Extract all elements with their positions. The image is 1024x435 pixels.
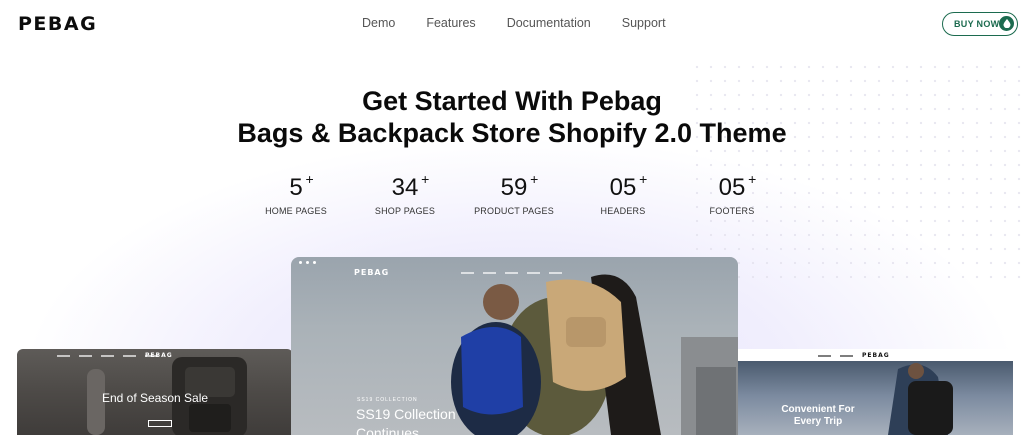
preview-nav (818, 355, 853, 357)
preview-logo: PEBAG (354, 268, 390, 277)
stat-value: 59 (500, 174, 528, 201)
preview-nav (57, 355, 158, 357)
stat-product-pages: 59 + PRODUCT PAGES (459, 172, 569, 216)
plus-sign: + (530, 171, 539, 187)
nav-link-features[interactable]: Features (426, 16, 475, 30)
buy-now-label: BUY NOW (954, 19, 1000, 29)
stat-value: 05 (609, 174, 637, 201)
demo-preview-left[interactable]: PEBAG End of Season Sale (17, 349, 293, 435)
plus-sign: + (305, 171, 314, 187)
preview-headline-line-2: Every Trip (793, 416, 843, 427)
nav-link-demo[interactable]: Demo (362, 16, 395, 30)
main-nav: Demo Features Documentation Support (362, 16, 697, 30)
stat-value: 5 (289, 174, 303, 201)
hero-title-line-2: Bags & Backpack Store Shopify 2.0 Theme (237, 118, 787, 148)
stat-label: FOOTERS (709, 206, 755, 216)
site-logo[interactable]: PEBAG (18, 13, 97, 35)
preview-kicker: SS19 COLLECTION (357, 397, 418, 403)
buy-now-button[interactable]: BUY NOW (942, 12, 1018, 36)
stat-value: 05 (718, 174, 746, 201)
drop-icon (999, 16, 1014, 31)
stat-shop-pages: 34 + SHOP PAGES (350, 172, 460, 216)
preview-headline-line-1: SS19 Collection (356, 406, 456, 422)
preview-logo: PEBAG (862, 352, 890, 359)
stat-headers: 05 + HEADERS (568, 172, 678, 216)
preview-headline: Convenient For Every Trip (778, 404, 858, 428)
plus-sign: + (639, 171, 648, 187)
preview-dots (299, 261, 316, 264)
preview-headline-line-1: Convenient For (781, 404, 855, 415)
nav-link-documentation[interactable]: Documentation (507, 16, 591, 30)
stat-label: PRODUCT PAGES (474, 206, 554, 216)
demo-preview-center[interactable]: PEBAG SS19 COLLECTION SS19 Collection Co… (291, 257, 738, 435)
preview-shop-button (148, 420, 172, 427)
stat-home-pages: 5 + HOME PAGES (241, 172, 351, 216)
preview-headline: SS19 Collection Continues (356, 405, 456, 435)
stat-label: HEADERS (600, 206, 646, 216)
nav-link-support[interactable]: Support (622, 16, 666, 30)
hero-title-line-1: Get Started With Pebag (362, 86, 662, 116)
plus-sign: + (748, 171, 757, 187)
preview-headline-line-2: Continues (356, 425, 420, 435)
top-header: PEBAG Demo Features Documentation Suppor… (0, 0, 1024, 48)
stat-label: HOME PAGES (265, 206, 327, 216)
stat-value: 34 (391, 174, 419, 201)
plus-sign: + (421, 171, 430, 187)
preview-nav (461, 272, 562, 274)
preview-headline: End of Season Sale (101, 391, 209, 405)
stat-footers: 05 + FOOTERS (677, 172, 787, 216)
stat-label: SHOP PAGES (374, 206, 436, 216)
demo-preview-right[interactable]: PEBAG Convenient For Every Trip (738, 349, 1013, 435)
